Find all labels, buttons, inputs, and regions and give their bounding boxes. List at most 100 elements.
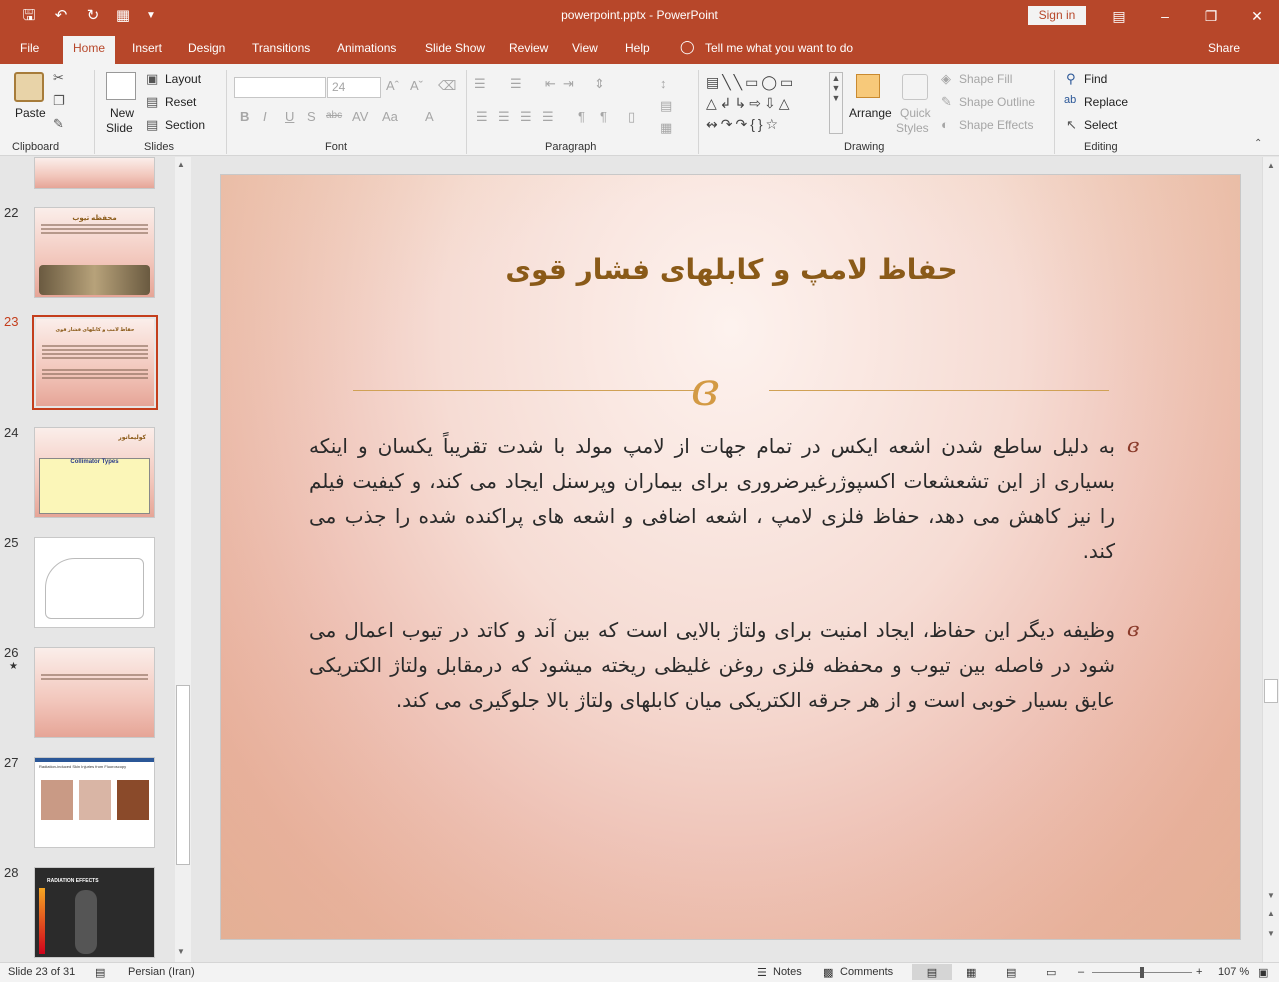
tab-slide-show[interactable]: Slide Show: [425, 41, 485, 55]
font-color-icon[interactable]: A: [425, 109, 434, 124]
tab-review[interactable]: Review: [509, 41, 548, 55]
increase-font-icon[interactable]: Aˆ: [386, 78, 399, 93]
arrange-button[interactable]: Arrange: [849, 106, 892, 120]
select-button[interactable]: Select: [1084, 118, 1117, 132]
underline-icon[interactable]: U: [285, 109, 294, 124]
body-paragraph-1[interactable]: به دلیل ساطع شدن اشعه ایکس در تمام جهات …: [309, 429, 1115, 569]
minimize-button[interactable]: –: [1150, 6, 1180, 26]
shapes-gallery-scroll[interactable]: ▲ ▼ ▼: [829, 72, 843, 134]
scroll-thumb[interactable]: [1264, 679, 1278, 703]
thumbnail-scrollbar[interactable]: ▲ ▼: [175, 157, 191, 962]
slide-thumbnail-25[interactable]: [34, 537, 155, 628]
tab-transitions[interactable]: Transitions: [252, 41, 310, 55]
body-paragraph-2[interactable]: وظیفه دیگر این حفاظ، ایجاد امنیت برای ول…: [309, 613, 1115, 718]
slide-sorter-icon[interactable]: ▦: [966, 966, 976, 979]
tab-animations[interactable]: Animations: [337, 41, 396, 55]
bullets-icon[interactable]: ☰: [474, 76, 486, 92]
numbering-icon[interactable]: ☰: [510, 76, 522, 92]
slide-thumbnail-28[interactable]: RADIATION EFFECTS: [34, 867, 155, 958]
char-spacing-icon[interactable]: AV: [352, 109, 368, 124]
scroll-down-icon[interactable]: ▼: [177, 947, 185, 956]
fit-to-window-icon[interactable]: ▣: [1258, 966, 1268, 979]
new-slide-label-2[interactable]: Slide: [106, 121, 133, 135]
new-slide-icon[interactable]: [106, 72, 136, 100]
justify-icon[interactable]: ☰: [542, 109, 554, 125]
zoom-in-icon[interactable]: +: [1196, 966, 1202, 978]
collapse-ribbon-icon[interactable]: ⌃: [1254, 138, 1262, 149]
ribbon-display-options-icon[interactable]: ▤: [1104, 6, 1134, 26]
shape-effects-button[interactable]: Shape Effects: [959, 118, 1034, 132]
replace-button[interactable]: Replace: [1084, 95, 1128, 109]
scroll-up-icon[interactable]: ▲: [177, 160, 185, 169]
zoom-level[interactable]: 107 %: [1218, 966, 1249, 978]
bold-icon[interactable]: B: [240, 109, 249, 124]
slide-title[interactable]: حفاظ لامپ و کابلهای فشار قوی: [221, 253, 1240, 286]
align-right-icon[interactable]: ☰: [520, 109, 532, 125]
cut-icon[interactable]: ✂: [53, 70, 64, 86]
strikethrough-icon[interactable]: abc: [326, 110, 342, 121]
scroll-thumb[interactable]: [176, 685, 190, 865]
slide-canvas[interactable]: حفاظ لامپ و کابلهای فشار قوی ɞ ɞ به دلیل…: [220, 174, 1241, 940]
slide-thumbnail-21[interactable]: [34, 157, 155, 189]
format-painter-icon[interactable]: ✎: [53, 116, 64, 132]
increase-indent-icon[interactable]: ⇥: [563, 76, 574, 92]
quick-styles-label-1[interactable]: Quick: [900, 106, 931, 120]
tab-help[interactable]: Help: [625, 41, 650, 55]
notes-button[interactable]: Notes: [773, 966, 802, 978]
editor-scrollbar[interactable]: ▲ ▼ ▲ ▼: [1262, 157, 1279, 962]
align-center-icon[interactable]: ☰: [498, 109, 510, 125]
slide-thumbnail-26[interactable]: [34, 647, 155, 738]
italic-icon[interactable]: I: [263, 109, 267, 124]
tab-view[interactable]: View: [572, 41, 598, 55]
scroll-down-icon[interactable]: ▼: [1267, 891, 1275, 900]
restore-button[interactable]: ❐: [1196, 6, 1226, 26]
shape-fill-button[interactable]: Shape Fill: [959, 72, 1012, 86]
slide-thumbnail-27[interactable]: Radiation-induced Skin Injuries from Flu…: [34, 757, 155, 848]
columns-icon[interactable]: ▯: [628, 109, 635, 125]
slide-thumbnail-22[interactable]: محفظه تیوب: [34, 207, 155, 298]
reset-button[interactable]: Reset: [165, 95, 196, 109]
scroll-up-icon[interactable]: ▲: [1267, 161, 1275, 170]
decrease-font-icon[interactable]: Aˇ: [410, 78, 423, 93]
sign-in-button[interactable]: Sign in: [1028, 6, 1086, 25]
previous-slide-icon[interactable]: ▲: [1267, 909, 1275, 918]
clear-formatting-icon[interactable]: ⌫: [438, 78, 456, 94]
decrease-indent-icon[interactable]: ⇤: [545, 76, 556, 92]
shadow-icon[interactable]: S: [307, 109, 316, 124]
paste-icon[interactable]: [14, 72, 44, 102]
quick-styles-icon[interactable]: [902, 74, 928, 100]
find-button[interactable]: Find: [1084, 72, 1107, 86]
font-family-box[interactable]: [234, 77, 326, 98]
copy-icon[interactable]: ❐: [53, 93, 65, 109]
arrange-icon[interactable]: [856, 74, 880, 98]
section-button[interactable]: Section: [165, 118, 205, 132]
spelling-icon[interactable]: ▤: [95, 966, 105, 979]
shapes-gallery[interactable]: ▤╲╲▭◯▭ △↲↳⇨⇩△ ↭↷↷{}☆: [706, 72, 828, 134]
align-left-icon[interactable]: ☰: [476, 109, 488, 125]
paste-button[interactable]: Paste: [15, 106, 46, 120]
zoom-out-icon[interactable]: –: [1078, 966, 1084, 978]
shape-outline-button[interactable]: Shape Outline: [959, 95, 1035, 109]
new-slide-label-1[interactable]: New: [110, 106, 134, 120]
comments-button[interactable]: Comments: [840, 966, 893, 978]
next-slide-icon[interactable]: ▼: [1267, 929, 1275, 938]
tab-insert[interactable]: Insert: [132, 41, 162, 55]
tell-me-search[interactable]: Tell me what you want to do: [705, 41, 853, 55]
smartart-icon[interactable]: ▦: [660, 120, 672, 136]
tab-design[interactable]: Design: [188, 41, 225, 55]
tab-home[interactable]: Home: [63, 36, 116, 64]
rtl-icon[interactable]: ¶: [600, 109, 607, 124]
layout-button[interactable]: Layout: [165, 72, 201, 86]
quick-styles-label-2[interactable]: Styles: [896, 121, 929, 135]
share-button[interactable]: Share: [1208, 41, 1240, 55]
tab-file[interactable]: File: [20, 41, 39, 55]
ltr-icon[interactable]: ¶: [578, 109, 585, 124]
slide-thumbnail-23[interactable]: حفاظ لامپ و کابلهای فشار قوی: [32, 315, 158, 410]
slide-thumbnail-24[interactable]: کولیماتور Collimator Types: [34, 427, 155, 518]
zoom-slider-thumb[interactable]: [1140, 967, 1144, 978]
change-case-icon[interactable]: Aa: [382, 109, 398, 124]
reading-view-icon[interactable]: ▤: [1006, 966, 1016, 979]
close-button[interactable]: ✕: [1242, 6, 1272, 26]
slide-show-icon[interactable]: ▭: [1046, 966, 1056, 979]
line-spacing-icon[interactable]: ⇕: [594, 76, 605, 92]
